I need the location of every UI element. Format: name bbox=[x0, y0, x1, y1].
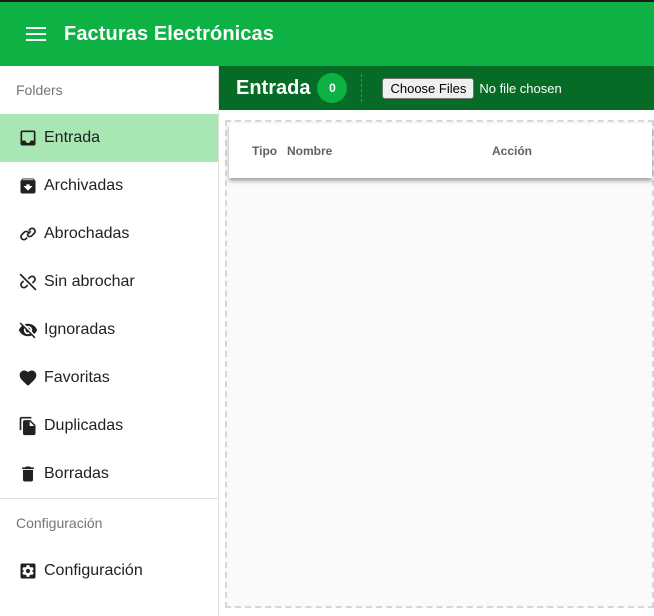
sidebar-item-abrochadas[interactable]: Abrochadas bbox=[0, 210, 218, 258]
hamburger-menu-icon bbox=[26, 27, 46, 41]
sidebar-item-configuracion[interactable]: Configuración bbox=[0, 547, 218, 595]
folders-header: Folders bbox=[16, 82, 63, 98]
sidebar-item-label: Sin abrochar bbox=[44, 273, 135, 290]
main-content: Entrada 0 Choose Files No file chosen Ti… bbox=[219, 66, 654, 616]
toolbar-separator bbox=[361, 74, 363, 102]
folder-toolbar: Entrada 0 Choose Files No file chosen bbox=[219, 66, 654, 110]
link-icon bbox=[17, 223, 39, 245]
settings-icon bbox=[17, 560, 39, 582]
file-status: No file chosen bbox=[479, 80, 562, 96]
sidebar-item-favoritas[interactable]: Favoritas bbox=[0, 354, 218, 402]
sidebar-item-label: Ignoradas bbox=[44, 321, 116, 338]
duplicate-icon bbox=[17, 415, 39, 437]
sidebar-item-label: Entrada bbox=[44, 129, 101, 146]
sidebar-item-ignoradas[interactable]: Ignoradas bbox=[0, 306, 218, 354]
archive-icon bbox=[17, 175, 39, 197]
folder-title: Entrada bbox=[236, 76, 311, 99]
sidebar-item-label: Borradas bbox=[44, 465, 109, 482]
column-header-tipo[interactable]: Tipo bbox=[252, 144, 277, 158]
sidebar-item-label: Configuración bbox=[44, 562, 143, 579]
trash-icon bbox=[17, 463, 39, 485]
file-dropzone[interactable]: Tipo Nombre Acción bbox=[225, 120, 654, 608]
sidebar: Folders Entrada Archivadas Abrochadas Si… bbox=[0, 66, 219, 616]
link-off-icon bbox=[17, 271, 39, 293]
sidebar-item-entrada[interactable]: Entrada bbox=[0, 114, 218, 162]
menu-button[interactable] bbox=[24, 22, 48, 46]
sidebar-item-label: Abrochadas bbox=[44, 225, 130, 242]
sidebar-item-label: Archivadas bbox=[44, 177, 124, 194]
eye-off-icon bbox=[17, 319, 39, 341]
sidebar-item-duplicadas[interactable]: Duplicadas bbox=[0, 402, 218, 450]
sidebar-item-label: Duplicadas bbox=[44, 417, 124, 434]
config-header: Configuración bbox=[16, 515, 103, 531]
count-badge: 0 bbox=[317, 73, 348, 103]
heart-icon bbox=[17, 367, 39, 389]
choose-files-button[interactable]: Choose Files bbox=[382, 77, 475, 99]
invoice-table-header: Tipo Nombre Acción bbox=[229, 124, 652, 178]
sidebar-item-label: Favoritas bbox=[44, 369, 110, 386]
sidebar-item-archivadas[interactable]: Archivadas bbox=[0, 162, 218, 210]
inbox-icon bbox=[17, 127, 39, 149]
app-title: Facturas Electrónicas bbox=[64, 22, 274, 45]
sidebar-item-borradas[interactable]: Borradas bbox=[0, 450, 218, 498]
sidebar-item-sin-abrochar[interactable]: Sin abrochar bbox=[0, 258, 218, 306]
column-header-nombre[interactable]: Nombre bbox=[287, 144, 332, 158]
column-header-accion[interactable]: Acción bbox=[492, 144, 532, 158]
app-bar: Facturas Electrónicas bbox=[0, 0, 654, 66]
